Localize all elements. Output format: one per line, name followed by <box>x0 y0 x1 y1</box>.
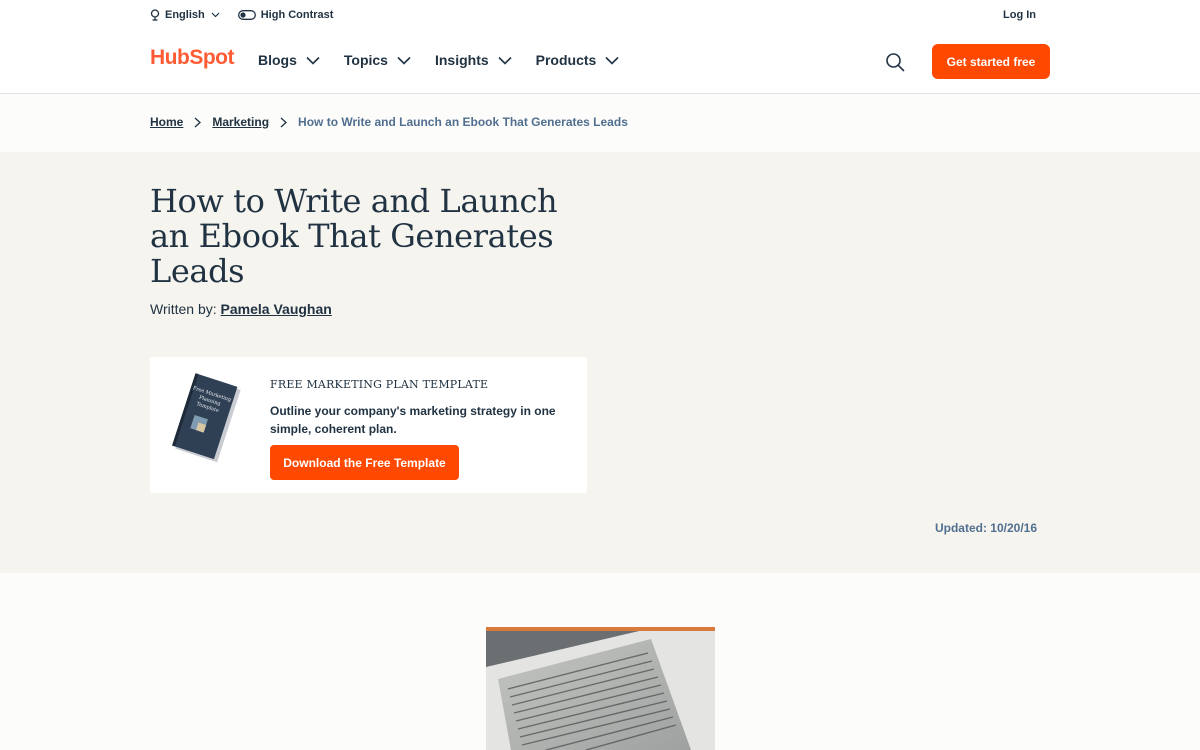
breadcrumb-marketing[interactable]: Marketing <box>212 115 269 129</box>
logo-wordmark: HubSpot <box>150 46 234 69</box>
chevron-right-icon <box>280 117 288 128</box>
nav-item-label: Blogs <box>258 52 297 68</box>
offer-description: Outline your company's marketing strateg… <box>270 404 556 436</box>
nav-item-insights[interactable]: Insights <box>435 52 512 68</box>
article-hero: How to Write and Launch an Ebook That Ge… <box>0 152 1200 573</box>
nav-item-products[interactable]: Products <box>536 52 620 68</box>
offer-card: Free Marketing Planning Template FREE MA… <box>150 357 587 493</box>
nav-item-topics[interactable]: Topics <box>344 52 411 68</box>
toggle-icon <box>237 10 256 20</box>
high-contrast-toggle[interactable]: High Contrast <box>237 9 334 21</box>
page-title: How to Write and Launch an Ebook That Ge… <box>150 182 558 290</box>
breadcrumb: Home Marketing How to Write and Launch a… <box>0 95 1200 152</box>
byline: Written by: Pamela Vaughan <box>150 301 332 317</box>
nav-item-label: Topics <box>343 52 388 68</box>
offer-eyebrow: FREE MARKETING PLAN TEMPLATE <box>270 378 489 391</box>
get-started-button[interactable]: Get started free <box>932 44 1050 79</box>
main-navigation: HubSpot Blogs Topics Insights Products G… <box>0 32 1200 94</box>
search-icon[interactable] <box>885 52 905 72</box>
updated-date: Updated: 10/20/16 <box>934 521 1037 535</box>
chevron-down-icon <box>605 56 619 65</box>
high-contrast-label: High Contrast <box>260 9 334 21</box>
nav-item-label: Products <box>535 52 597 68</box>
nav-menu: Blogs Topics Insights Products <box>258 52 643 68</box>
utility-bar: English High Contrast Log In <box>0 0 1200 32</box>
chevron-down-icon <box>211 12 220 18</box>
nav-item-blogs[interactable]: Blogs <box>258 52 320 68</box>
language-selector[interactable]: English <box>150 9 220 21</box>
featured-image <box>486 627 715 750</box>
ereader-photo <box>486 627 715 750</box>
hubspot-logo[interactable]: HubSpot <box>150 46 234 70</box>
nav-item-label: Insights <box>434 52 489 68</box>
language-label: English <box>165 9 205 21</box>
breadcrumb-current: How to Write and Launch an Ebook That Ge… <box>298 115 628 129</box>
byline-prefix: Written by: <box>150 301 217 317</box>
chevron-down-icon <box>306 56 320 65</box>
breadcrumb-home[interactable]: Home <box>150 115 183 129</box>
chevron-down-icon <box>397 56 411 65</box>
globe-icon <box>150 9 160 21</box>
download-template-button[interactable]: Download the Free Template <box>270 445 459 480</box>
ebook-cover-image: Free Marketing Planning Template <box>172 373 241 463</box>
chevron-right-icon <box>194 117 202 128</box>
author-link[interactable]: Pamela Vaughan <box>221 301 332 317</box>
login-link[interactable]: Log In <box>1003 9 1036 21</box>
chevron-down-icon <box>498 56 512 65</box>
